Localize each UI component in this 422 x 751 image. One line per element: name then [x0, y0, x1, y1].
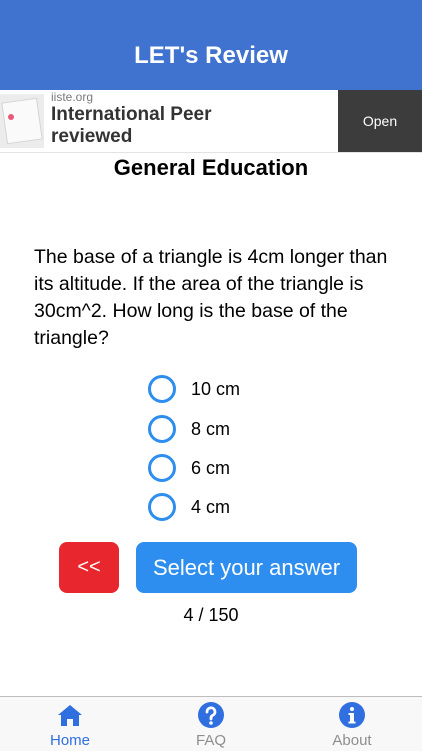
select-answer-button[interactable]: Select your answer — [136, 542, 357, 593]
ad-headline[interactable]: International Peer reviewed — [51, 104, 241, 148]
radio-button[interactable] — [148, 415, 176, 443]
question-counter: 4 / 150 — [183, 605, 239, 625]
option-label: 10 cm — [191, 378, 241, 399]
ad-banner[interactable]: iiste.org International Peer reviewed Op… — [0, 90, 422, 153]
question-text: The base of a triangle is 4cm longer tha… — [34, 246, 388, 349]
app-title: LET's Review — [134, 42, 288, 69]
question-circle-icon — [198, 702, 224, 728]
home-icon — [58, 705, 82, 726]
previous-button[interactable]: << — [59, 542, 119, 593]
app-header: LET's Review — [0, 0, 422, 90]
tab-label: FAQ — [195, 732, 226, 749]
info-circle-icon — [339, 702, 365, 728]
option-label: 8 cm — [191, 418, 231, 439]
ad-open-button[interactable]: Open — [338, 90, 422, 152]
tab-bar: Home FAQ About — [0, 696, 422, 751]
ad-domain: iiste.org — [51, 90, 94, 104]
answer-option[interactable]: 10 cm — [148, 372, 348, 406]
tab-label: About — [332, 732, 372, 749]
answer-option[interactable]: 6 cm — [148, 451, 348, 485]
radio-button[interactable] — [148, 375, 176, 403]
radio-button[interactable] — [148, 493, 176, 521]
tab-home[interactable]: Home — [0, 697, 140, 751]
option-label: 6 cm — [191, 457, 231, 478]
option-label: 4 cm — [191, 496, 231, 517]
category-title: General Education — [113, 155, 309, 180]
ad-thumbnail[interactable] — [0, 94, 44, 148]
answer-option[interactable]: 4 cm — [148, 490, 348, 524]
radio-button[interactable] — [148, 454, 176, 482]
answer-option[interactable]: 8 cm — [148, 412, 348, 446]
tab-faq[interactable]: FAQ — [141, 697, 281, 751]
tab-about[interactable]: About — [282, 697, 422, 751]
tab-label: Home — [49, 732, 90, 749]
